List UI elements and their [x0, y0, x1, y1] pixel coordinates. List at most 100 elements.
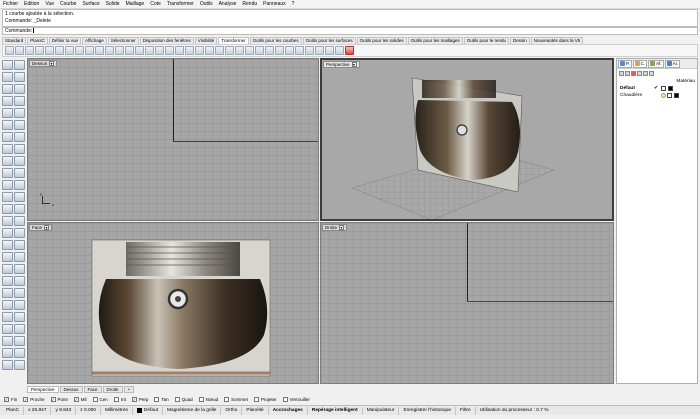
cage-edit-icon[interactable]	[245, 46, 254, 55]
split-icon[interactable]	[14, 204, 25, 214]
layer-icon[interactable]	[14, 312, 25, 322]
maelstrom-icon[interactable]	[205, 46, 214, 55]
menu-item[interactable]: Outils	[200, 1, 213, 7]
viewport-top-dropdown-icon[interactable]: ▾	[49, 61, 55, 66]
line-icon[interactable]	[14, 72, 25, 82]
toolbar-tab[interactable]: Disposition des fenêtres	[139, 37, 194, 44]
panel-tab-properties[interactable]: P.	[618, 59, 632, 68]
rotate-icon[interactable]	[14, 252, 25, 262]
show-icon[interactable]	[2, 336, 13, 346]
menu-item[interactable]: Cote	[150, 1, 161, 7]
check-icon[interactable]	[2, 360, 13, 370]
blend-icon[interactable]	[14, 132, 25, 142]
status-osnap[interactable]: Accrochages	[269, 406, 308, 415]
surface-3pt-icon[interactable]	[2, 144, 13, 154]
hide-icon[interactable]	[14, 324, 25, 334]
extrude-icon[interactable]	[14, 144, 25, 154]
viewport-top[interactable]: Dessus ▾ y x	[27, 58, 319, 221]
lock-icon[interactable]	[14, 336, 25, 346]
status-filter[interactable]: Filtre	[456, 406, 476, 415]
menu-item[interactable]: Edition	[24, 1, 39, 7]
menu-item[interactable]: Rendu	[242, 1, 257, 7]
setpt-icon[interactable]	[285, 46, 294, 55]
dimension-icon[interactable]	[14, 276, 25, 286]
menu-item[interactable]: Panneaux	[263, 1, 286, 7]
soft-edit-icon[interactable]	[255, 46, 264, 55]
toolbar-tab[interactable]: Transformer	[218, 37, 249, 44]
osnap-verrouiller[interactable]: Verrouiller	[282, 397, 310, 402]
copy-icon[interactable]	[2, 252, 13, 262]
move-up-icon[interactable]	[637, 70, 642, 76]
scale-icon[interactable]	[45, 46, 54, 55]
checkbox[interactable]	[253, 397, 259, 402]
scale-1d-icon[interactable]	[55, 46, 64, 55]
checkbox[interactable]	[174, 397, 180, 402]
osnap-perp[interactable]: ✓ Perp	[131, 397, 148, 402]
osnap-tan[interactable]: Tan	[154, 397, 169, 402]
scale-2d-icon[interactable]	[65, 46, 74, 55]
trim-icon[interactable]	[2, 216, 13, 226]
filter-icon[interactable]	[649, 70, 654, 76]
fillet-icon[interactable]	[2, 120, 13, 130]
layer-color-swatch[interactable]	[674, 93, 679, 98]
snap-icon[interactable]	[14, 360, 25, 370]
status-history[interactable]: Enregistrer l'historique	[399, 406, 457, 415]
cone-icon[interactable]	[2, 192, 13, 202]
viewport-front[interactable]: Face ▾	[27, 222, 319, 384]
properties-icon[interactable]	[2, 324, 13, 334]
orient-3pt-icon[interactable]	[105, 46, 114, 55]
layer-color-swatch[interactable]	[668, 86, 673, 91]
align-icon[interactable]	[155, 46, 164, 55]
status-cplane[interactable]: PlanC	[2, 406, 25, 415]
smooth-icon[interactable]	[225, 46, 234, 55]
checkbox[interactable]: ✓	[23, 397, 29, 402]
status-gumball[interactable]: Manipulateur	[363, 406, 400, 415]
text-icon[interactable]	[2, 288, 13, 298]
osnap-fin[interactable]: ✓ Fin	[4, 397, 17, 402]
orient-icon[interactable]	[95, 46, 104, 55]
layer-row[interactable]: Défaut ✔	[617, 85, 697, 92]
array-srf-icon[interactable]	[145, 46, 154, 55]
remap-icon[interactable]	[295, 46, 304, 55]
toolbar-tab[interactable]: Affichage	[82, 37, 107, 44]
osnap-point[interactable]: ✓ Point	[50, 397, 68, 402]
curve-icon[interactable]	[14, 108, 25, 118]
box-icon[interactable]	[14, 168, 25, 178]
checkbox[interactable]	[113, 397, 119, 402]
join-icon[interactable]	[14, 216, 25, 226]
bend-icon[interactable]	[185, 46, 194, 55]
viewport-tab[interactable]: Perspective	[27, 385, 59, 393]
lightbulb-icon[interactable]	[661, 93, 666, 98]
array-icon[interactable]	[115, 46, 124, 55]
flow-icon[interactable]	[165, 46, 174, 55]
osnap-quad[interactable]: Quad	[174, 397, 193, 402]
osnap-int[interactable]: Int	[113, 397, 126, 402]
boolean-diff-icon[interactable]	[2, 204, 13, 214]
mirror-icon[interactable]	[2, 276, 13, 286]
layer-row[interactable]: Chaudière	[617, 92, 697, 99]
gumball-icon[interactable]	[305, 46, 314, 55]
menu-item[interactable]: Vue	[45, 1, 54, 7]
offset-icon[interactable]	[14, 120, 25, 130]
new-sublayer-icon[interactable]	[625, 70, 630, 76]
status-grid-snap[interactable]: Magnétisme de la grille	[163, 406, 222, 415]
osnap-sommet[interactable]: Sommet	[224, 397, 248, 402]
panel-tab-help[interactable]: Ai.	[664, 59, 680, 68]
cage-icon[interactable]	[235, 46, 244, 55]
toolbar-tab[interactable]: Outils pour le rendu	[463, 37, 509, 44]
toolbar-tab[interactable]: Définir la vue	[48, 37, 82, 44]
toolbar-tab[interactable]: Outils pour les surfaces	[302, 37, 356, 44]
toolbar-tab[interactable]: Dessin	[509, 37, 530, 44]
history-icon[interactable]	[14, 348, 25, 358]
viewport-right-title[interactable]: Droite ▾	[322, 224, 348, 231]
polyline-icon[interactable]	[2, 72, 13, 82]
polygon-icon[interactable]	[2, 108, 13, 118]
ungroup-icon[interactable]	[2, 240, 13, 250]
cylinder-icon[interactable]	[14, 180, 25, 190]
project-icon[interactable]	[275, 46, 284, 55]
toolbar-tab[interactable]: Standard	[2, 37, 27, 44]
viewport-tab[interactable]: Dessus	[59, 385, 83, 393]
revolve-icon[interactable]	[2, 168, 13, 178]
lock-icon[interactable]	[325, 46, 334, 55]
boolean-union-icon[interactable]	[14, 192, 25, 202]
